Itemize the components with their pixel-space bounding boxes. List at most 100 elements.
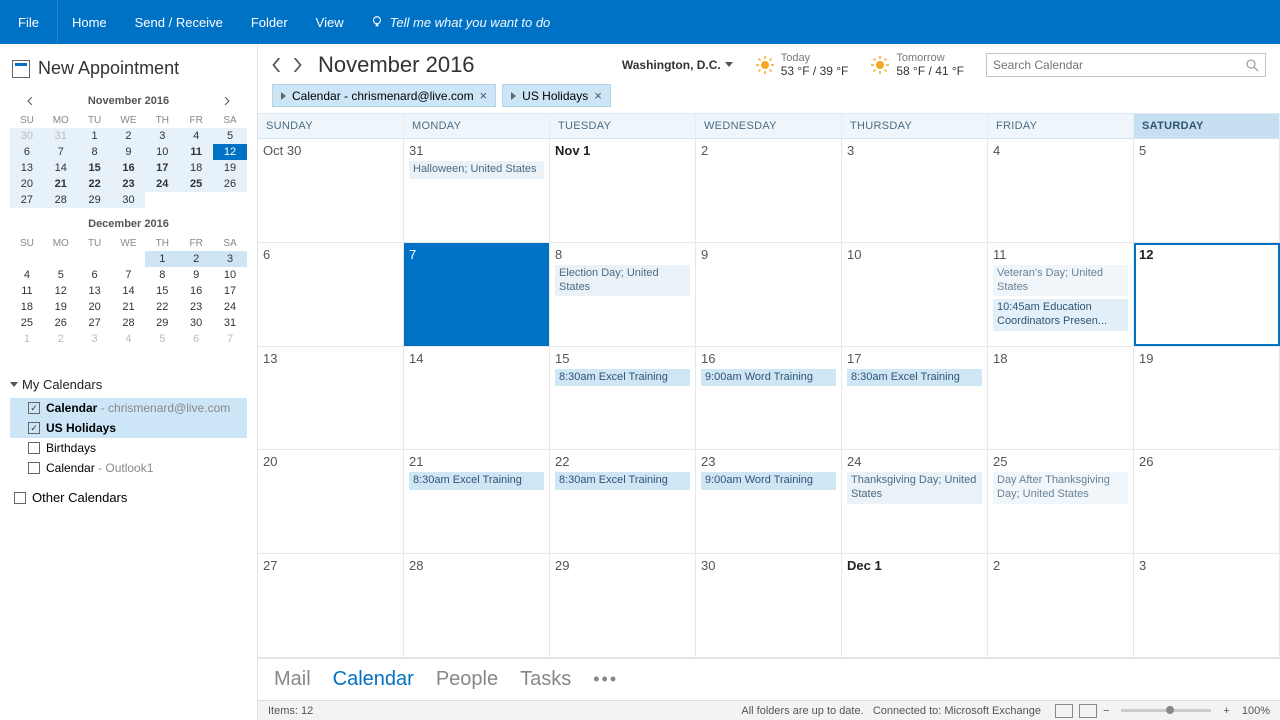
view-normal-icon[interactable] xyxy=(1055,704,1073,718)
event[interactable]: 8:30am Excel Training xyxy=(555,369,690,387)
cal-item-birthdays[interactable]: Birthdays xyxy=(10,438,247,458)
calendar-list: My Calendars ✓Calendar - chrismenard@liv… xyxy=(0,371,257,514)
new-appointment-button[interactable]: New Appointment xyxy=(0,44,257,89)
dow-thu: THURSDAY xyxy=(842,114,988,138)
day-cell[interactable]: 178:30am Excel Training xyxy=(842,347,988,450)
day-cell[interactable]: 11Veteran's Day; United States10:45am Ed… xyxy=(988,243,1134,346)
home-tab[interactable]: Home xyxy=(58,0,121,44)
day-cell[interactable]: 29 xyxy=(550,554,696,657)
day-cell[interactable]: 169:00am Word Training xyxy=(696,347,842,450)
day-cell[interactable]: 20 xyxy=(258,450,404,553)
checkbox-icon[interactable] xyxy=(28,462,40,474)
view-reading-icon[interactable] xyxy=(1079,704,1097,718)
day-cell[interactable]: 2 xyxy=(696,139,842,242)
zoom-out-icon[interactable]: − xyxy=(1103,705,1109,717)
cal-item-holidays[interactable]: ✓US Holidays xyxy=(10,418,247,438)
event[interactable]: 9:00am Word Training xyxy=(701,472,836,490)
arrow-right-icon xyxy=(511,92,516,100)
day-cell[interactable]: 27 xyxy=(258,554,404,657)
dow-sun: SUNDAY xyxy=(258,114,404,138)
nav-tasks[interactable]: Tasks xyxy=(520,668,571,691)
tell-me[interactable]: Tell me what you want to do xyxy=(370,0,551,44)
day-cell[interactable]: Oct 30 xyxy=(258,139,404,242)
nav-mail[interactable]: Mail xyxy=(274,668,311,691)
day-cell[interactable]: 3 xyxy=(842,139,988,242)
event[interactable]: Thanksgiving Day; United States xyxy=(847,472,982,504)
sun-icon xyxy=(755,55,775,75)
day-cell-today[interactable]: 12 xyxy=(1134,243,1280,346)
day-cell[interactable]: 25Day After Thanksgiving Day; United Sta… xyxy=(988,450,1134,553)
cal-item-outlook1[interactable]: Calendar - Outlook1 xyxy=(10,458,247,478)
event[interactable]: 9:00am Word Training xyxy=(701,369,836,387)
zoom-slider[interactable] xyxy=(1121,709,1211,712)
bulb-icon xyxy=(370,15,384,29)
status-bar: Items: 12 All folders are up to date. Co… xyxy=(258,700,1280,720)
day-cell[interactable]: 30 xyxy=(696,554,842,657)
mini-dec-grid[interactable]: SUMOTUWETHFRSA 123 45678910 111213141516… xyxy=(10,236,247,347)
mini-nov-grid[interactable]: SUMOTUWETHFRSA 303112345 6789101112 1314… xyxy=(10,113,247,208)
day-cell[interactable]: 218:30am Excel Training xyxy=(404,450,550,553)
event[interactable]: Election Day; United States xyxy=(555,265,690,297)
day-cell[interactable]: 3 xyxy=(1134,554,1280,657)
checkbox-icon[interactable] xyxy=(14,492,26,504)
next-icon[interactable] xyxy=(292,58,302,72)
day-cell[interactable]: 6 xyxy=(258,243,404,346)
weather-location[interactable]: Washington, D.C. xyxy=(622,58,733,72)
weather-tomorrow: Tomorrow58 °F / 41 °F xyxy=(870,52,964,78)
day-cell[interactable]: 5 xyxy=(1134,139,1280,242)
day-cell[interactable]: 13 xyxy=(258,347,404,450)
view-tab[interactable]: View xyxy=(302,0,358,44)
day-cell[interactable]: 228:30am Excel Training xyxy=(550,450,696,553)
day-cell[interactable]: 239:00am Word Training xyxy=(696,450,842,553)
event[interactable]: 10:45am Education Coordinators Presen... xyxy=(993,299,1128,331)
my-calendars-label: My Calendars xyxy=(22,377,102,392)
zoom-in-icon[interactable]: + xyxy=(1223,705,1229,717)
checkbox-icon[interactable] xyxy=(28,442,40,454)
folder-tab[interactable]: Folder xyxy=(237,0,302,44)
day-cell[interactable]: Dec 1 xyxy=(842,554,988,657)
nav-calendar[interactable]: Calendar xyxy=(333,668,414,691)
nav-people[interactable]: People xyxy=(436,668,498,691)
checkbox-icon[interactable]: ✓ xyxy=(28,402,40,414)
event[interactable]: Halloween; United States xyxy=(409,161,544,179)
day-cell[interactable]: 24Thanksgiving Day; United States xyxy=(842,450,988,553)
status-update: All folders are up to date. xyxy=(741,705,863,717)
nav-more-icon[interactable]: ••• xyxy=(593,669,618,690)
day-cell[interactable]: 8Election Day; United States xyxy=(550,243,696,346)
next-month-icon[interactable] xyxy=(223,97,231,105)
day-cell[interactable]: 2 xyxy=(988,554,1134,657)
prev-month-icon[interactable] xyxy=(26,97,34,105)
calendar-tab-primary[interactable]: Calendar - chrismenard@live.com × xyxy=(272,84,496,107)
prev-icon[interactable] xyxy=(272,58,282,72)
search-icon[interactable] xyxy=(1245,58,1259,72)
close-icon[interactable]: × xyxy=(480,88,488,103)
search-box[interactable] xyxy=(986,53,1266,77)
my-calendars-group[interactable]: My Calendars xyxy=(10,377,247,392)
day-cell[interactable]: 14 xyxy=(404,347,550,450)
other-calendars-label: Other Calendars xyxy=(32,490,127,505)
event[interactable]: 8:30am Excel Training xyxy=(847,369,982,387)
day-cell[interactable]: 10 xyxy=(842,243,988,346)
day-cell[interactable]: 28 xyxy=(404,554,550,657)
close-icon[interactable]: × xyxy=(594,88,602,103)
day-cell[interactable]: 26 xyxy=(1134,450,1280,553)
event[interactable]: Day After Thanksgiving Day; United State… xyxy=(993,472,1128,504)
calendar-tab-holidays[interactable]: US Holidays × xyxy=(502,84,611,107)
day-cell[interactable]: 19 xyxy=(1134,347,1280,450)
day-cell[interactable]: Nov 1 xyxy=(550,139,696,242)
day-cell[interactable]: 31Halloween; United States xyxy=(404,139,550,242)
event[interactable]: Veteran's Day; United States xyxy=(993,265,1128,297)
event[interactable]: 8:30am Excel Training xyxy=(555,472,690,490)
day-cell[interactable]: 18 xyxy=(988,347,1134,450)
cal-item-calendar[interactable]: ✓Calendar - chrismenard@live.com xyxy=(10,398,247,418)
day-cell[interactable]: 4 xyxy=(988,139,1134,242)
event[interactable]: 8:30am Excel Training xyxy=(409,472,544,490)
other-calendars-group[interactable]: Other Calendars xyxy=(10,478,247,508)
search-input[interactable] xyxy=(993,58,1245,72)
day-cell-selected[interactable]: 7 xyxy=(404,243,550,346)
file-tab[interactable]: File xyxy=(0,0,58,44)
day-cell[interactable]: 9 xyxy=(696,243,842,346)
day-cell[interactable]: 158:30am Excel Training xyxy=(550,347,696,450)
checkbox-icon[interactable]: ✓ xyxy=(28,422,40,434)
send-receive-tab[interactable]: Send / Receive xyxy=(121,0,237,44)
